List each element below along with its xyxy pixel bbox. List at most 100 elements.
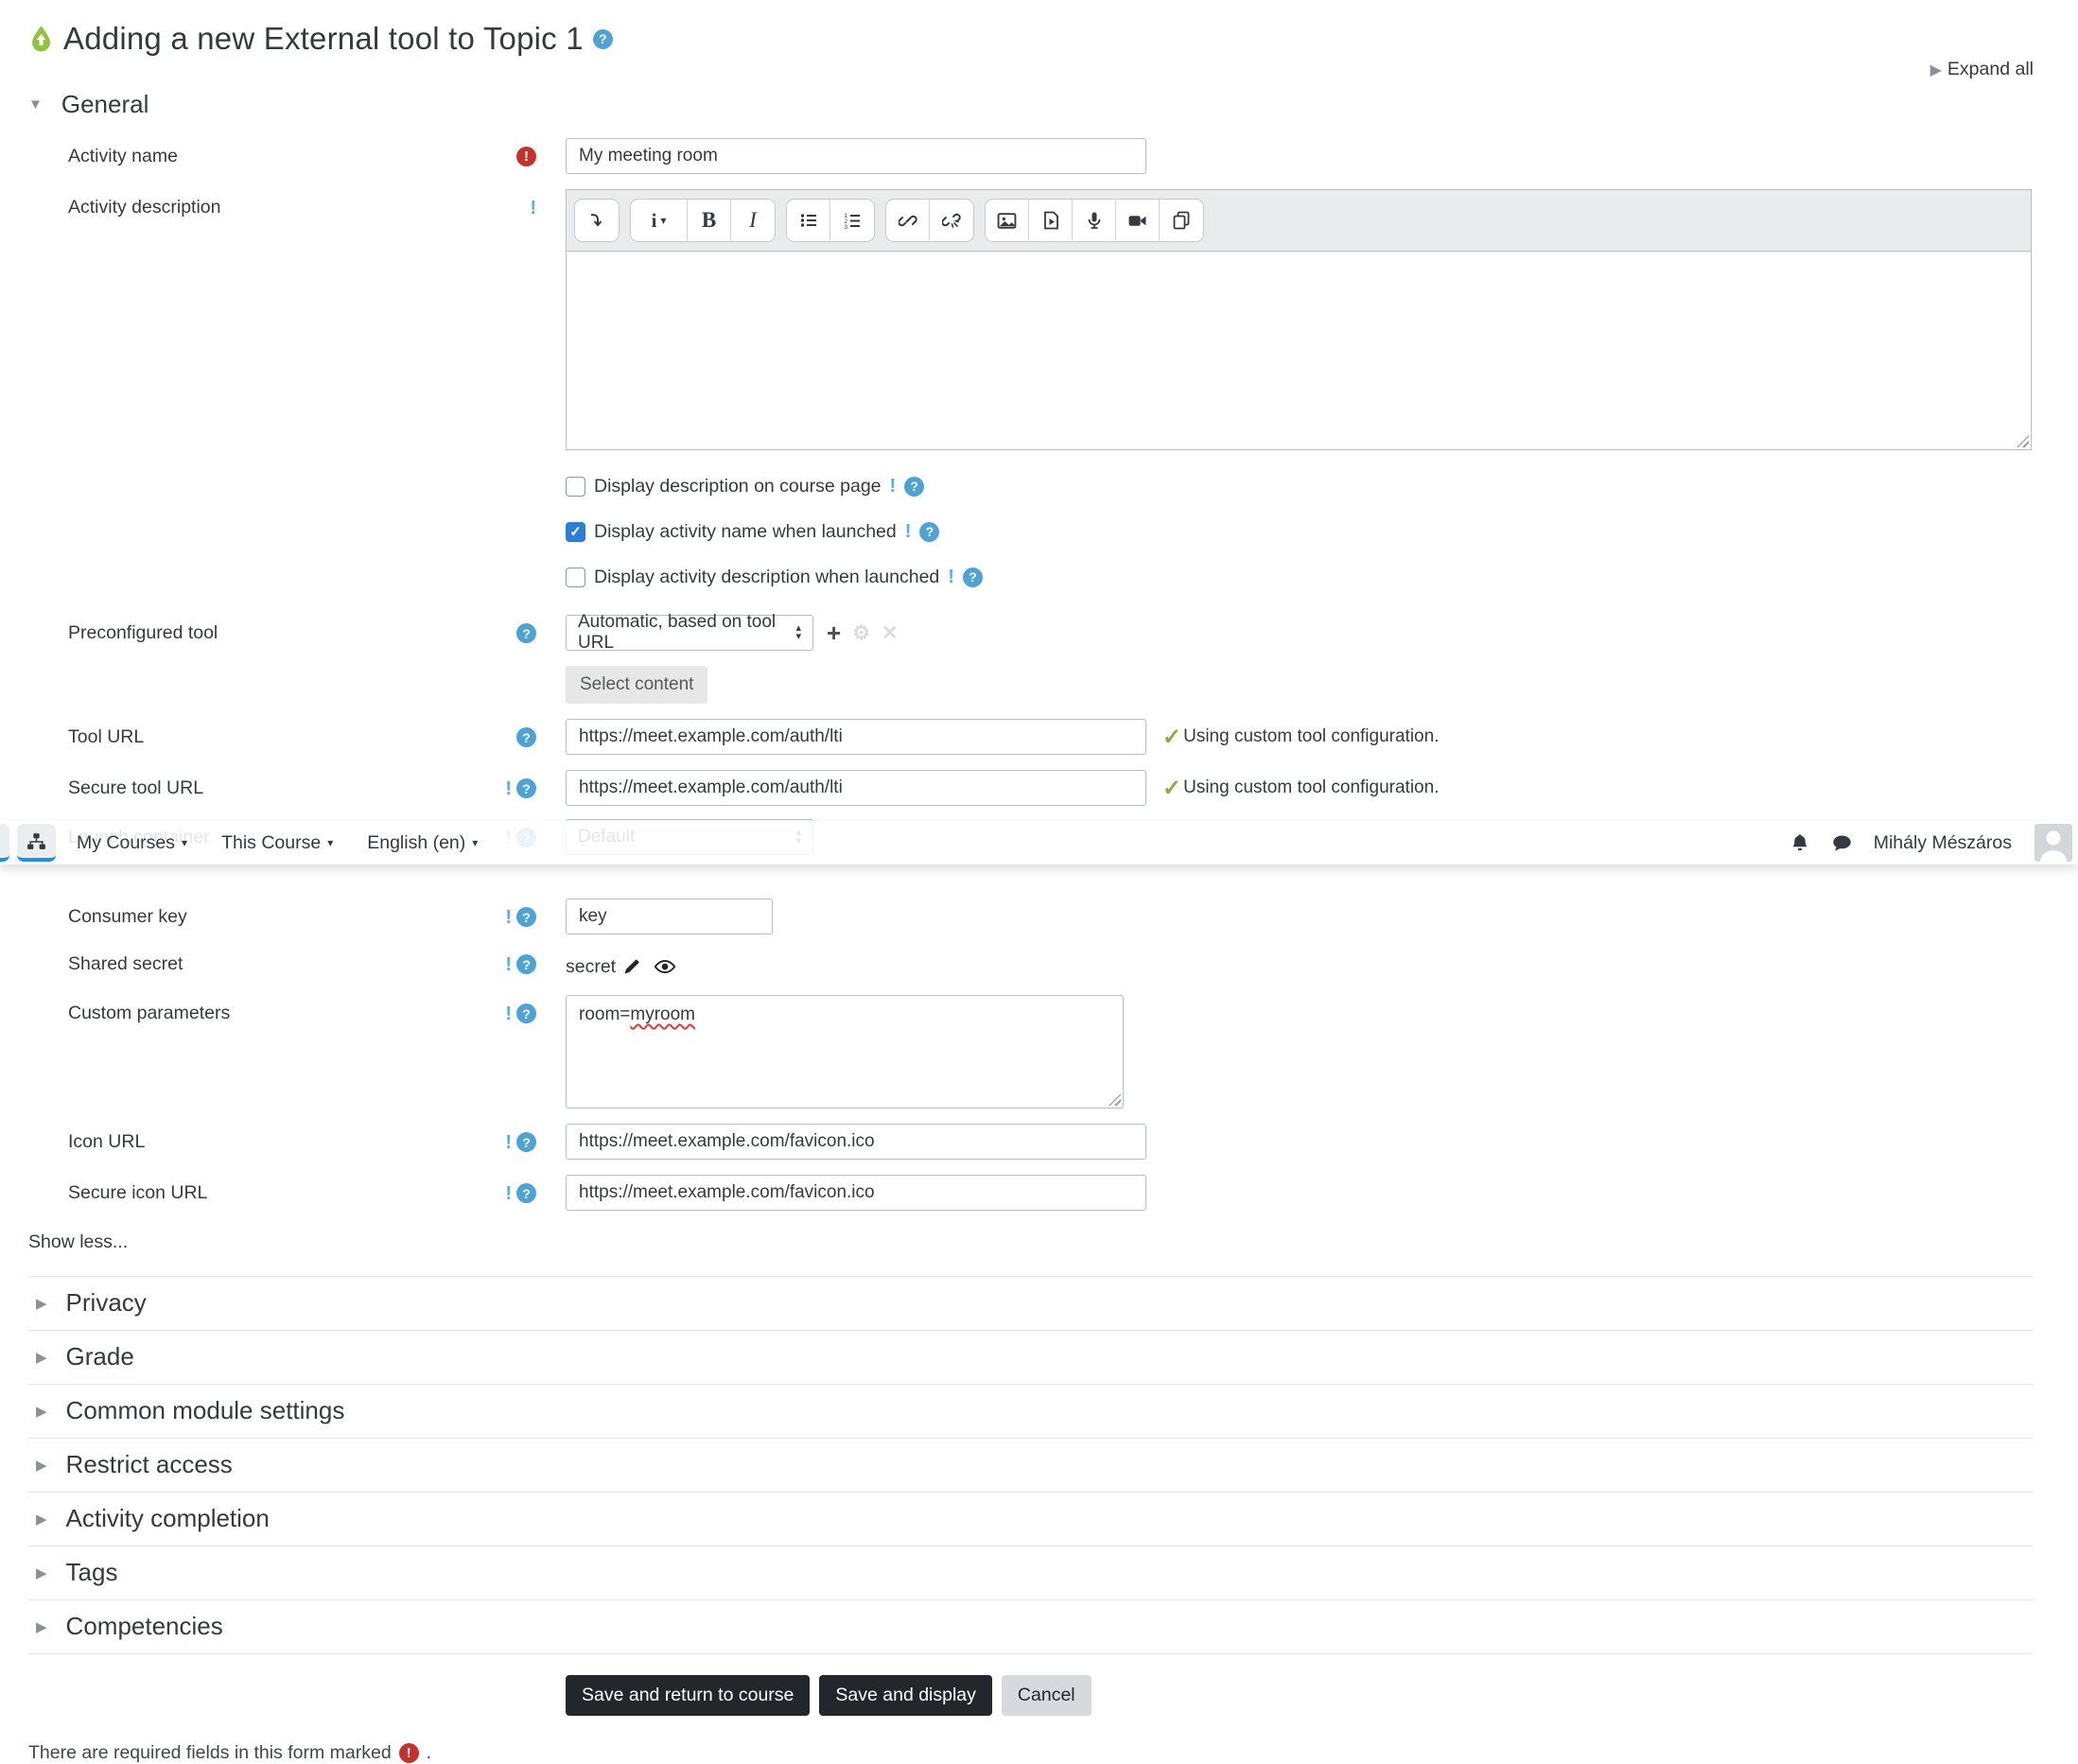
- chat-icon[interactable]: [1831, 832, 1853, 854]
- nav-button-partial[interactable]: [0, 824, 9, 862]
- help-icon[interactable]: ?: [516, 727, 536, 747]
- section-activity-completion[interactable]: ▶ Activity completion: [28, 1493, 2034, 1546]
- nav-language[interactable]: English (en) ▾: [367, 832, 478, 854]
- bold-icon[interactable]: B: [688, 200, 731, 241]
- page-header: Adding a new External tool to Topic 1 ?: [28, 21, 2034, 57]
- help-icon[interactable]: ?: [516, 954, 536, 974]
- nav-this-course[interactable]: This Course ▾: [221, 832, 333, 854]
- link-icon[interactable]: [886, 200, 930, 241]
- custom-parameters-label: Custom parameters: [68, 1003, 231, 1023]
- preconfigured-tool-select[interactable]: Automatic, based on tool URL ▴ ▾: [566, 612, 813, 653]
- display-activity-description-label: Display activity description when launch…: [594, 566, 940, 587]
- help-icon[interactable]: ?: [516, 1004, 536, 1023]
- help-icon[interactable]: ?: [516, 1183, 536, 1203]
- help-icon[interactable]: ?: [592, 28, 613, 49]
- check-icon: ✓: [1162, 724, 1182, 750]
- row-display-activity-name: ✓ Display activity name when launched ! …: [566, 518, 2034, 545]
- row-secure-icon-url: Secure icon URL ! ?: [28, 1175, 2034, 1211]
- activity-description-label: Activity description: [68, 197, 221, 218]
- help-icon[interactable]: ?: [516, 907, 536, 927]
- save-and-display-button[interactable]: Save and display: [819, 1675, 992, 1716]
- advanced-icon: !: [505, 906, 512, 928]
- row-display-description: Display description on course page ! ?: [566, 473, 2034, 499]
- check-icon: ✓: [1162, 775, 1182, 801]
- section-privacy[interactable]: ▶ Privacy: [28, 1277, 2034, 1331]
- chevron-right-icon: ▶: [36, 1295, 47, 1312]
- show-less-link[interactable]: Show less...: [28, 1231, 2034, 1266]
- paragraph-style-icon[interactable]: i ▾: [631, 200, 688, 241]
- italic-icon[interactable]: I: [731, 200, 775, 241]
- chevron-right-icon: ▶: [1930, 62, 1942, 79]
- display-activity-name-checkbox[interactable]: ✓: [566, 521, 585, 542]
- add-tool-icon[interactable]: +: [827, 620, 841, 645]
- help-icon[interactable]: ?: [919, 521, 940, 542]
- consumer-key-input[interactable]: [566, 899, 773, 934]
- user-name[interactable]: Mihály Mészáros: [1874, 832, 2012, 854]
- image-icon[interactable]: [986, 200, 1029, 241]
- unlink-icon[interactable]: [930, 200, 973, 241]
- section-competencies[interactable]: ▶ Competencies: [28, 1600, 2034, 1654]
- chevron-right-icon: ▶: [36, 1618, 47, 1635]
- tool-url-input[interactable]: [566, 719, 1146, 755]
- edit-pencil-icon[interactable]: [622, 957, 641, 976]
- advanced-icon: !: [505, 777, 512, 799]
- display-description-checkbox[interactable]: [566, 476, 585, 497]
- ordered-list-icon[interactable]: 1 2 3: [830, 200, 874, 241]
- rich-text-editor: i ▾ B I 1 2 3: [566, 189, 2032, 450]
- row-icon-url: Icon URL ! ?: [28, 1124, 2034, 1160]
- chevron-right-icon: ▶: [36, 1511, 47, 1528]
- custom-parameters-textarea[interactable]: room=myroom: [566, 995, 1124, 1109]
- advanced-icon: !: [904, 521, 912, 542]
- eye-icon[interactable]: [654, 955, 676, 978]
- launch-container-area: Launch container ! ? Default ▴▾: [0, 819, 2078, 882]
- unordered-list-icon[interactable]: [787, 200, 830, 241]
- collapse-toolbar-icon[interactable]: [575, 200, 619, 241]
- icon-url-label: Icon URL: [68, 1131, 146, 1152]
- display-activity-description-checkbox[interactable]: [566, 567, 585, 587]
- help-icon[interactable]: ?: [516, 778, 536, 798]
- help-icon[interactable]: ?: [516, 1132, 536, 1152]
- select-arrows-icon: ▴▾: [795, 622, 801, 642]
- secure-tool-url-input[interactable]: [566, 770, 1146, 806]
- expand-all[interactable]: ▶ Expand all: [28, 59, 2034, 80]
- chevron-down-icon: ▼: [28, 96, 43, 113]
- sitemap-icon[interactable]: [17, 824, 56, 862]
- advanced-icon: !: [505, 1003, 512, 1024]
- help-icon[interactable]: ?: [962, 567, 983, 587]
- display-activity-name-label: Display activity name when launched: [594, 520, 897, 542]
- bell-icon[interactable]: [1790, 832, 1810, 853]
- record-video-icon[interactable]: [1116, 200, 1160, 241]
- chevron-down-icon: ▾: [472, 836, 479, 849]
- select-content-button[interactable]: Select content: [566, 666, 708, 704]
- svg-text:3: 3: [845, 224, 848, 230]
- record-audio-icon[interactable]: [1073, 200, 1116, 241]
- row-tool-url: Tool URL ? ✓ Using custom tool configura…: [28, 719, 2034, 755]
- row-preconfigured-tool: Preconfigured tool ? Automatic, based on…: [28, 612, 2034, 704]
- required-fields-note: There are required fields in this form m…: [28, 1742, 432, 1763]
- nav-my-courses[interactable]: My Courses ▾: [77, 832, 187, 854]
- help-icon[interactable]: ?: [516, 623, 536, 643]
- section-common-module-settings[interactable]: ▶ Common module settings: [28, 1385, 2034, 1439]
- section-tags[interactable]: ▶ Tags: [28, 1546, 2034, 1600]
- section-restrict-access[interactable]: ▶ Restrict access: [28, 1439, 2034, 1493]
- media-icon[interactable]: [1029, 200, 1073, 241]
- row-consumer-key: Consumer key ! ?: [28, 899, 2034, 934]
- shared-secret-value: secret: [566, 955, 617, 977]
- secure-tool-url-status: ✓ Using custom tool configuration.: [1162, 775, 1440, 801]
- help-icon[interactable]: ?: [904, 476, 925, 497]
- secure-icon-url-input[interactable]: [566, 1175, 1146, 1211]
- manage-files-icon[interactable]: [1160, 200, 1203, 241]
- save-and-return-button[interactable]: Save and return to course: [566, 1675, 811, 1716]
- resize-handle[interactable]: [2017, 435, 2029, 447]
- activity-name-input[interactable]: [566, 138, 1146, 174]
- resize-handle[interactable]: [1109, 1093, 1121, 1106]
- avatar[interactable]: [2034, 824, 2072, 862]
- icon-url-input[interactable]: [566, 1124, 1146, 1160]
- expand-all-label: Expand all: [1947, 59, 2034, 79]
- advanced-icon: !: [505, 953, 512, 975]
- section-grade[interactable]: ▶ Grade: [28, 1331, 2034, 1385]
- editor-content-area[interactable]: [566, 251, 2032, 450]
- cancel-button[interactable]: Cancel: [1001, 1675, 1091, 1716]
- required-icon: !: [516, 147, 536, 166]
- section-general[interactable]: ▼ General: [28, 90, 2034, 119]
